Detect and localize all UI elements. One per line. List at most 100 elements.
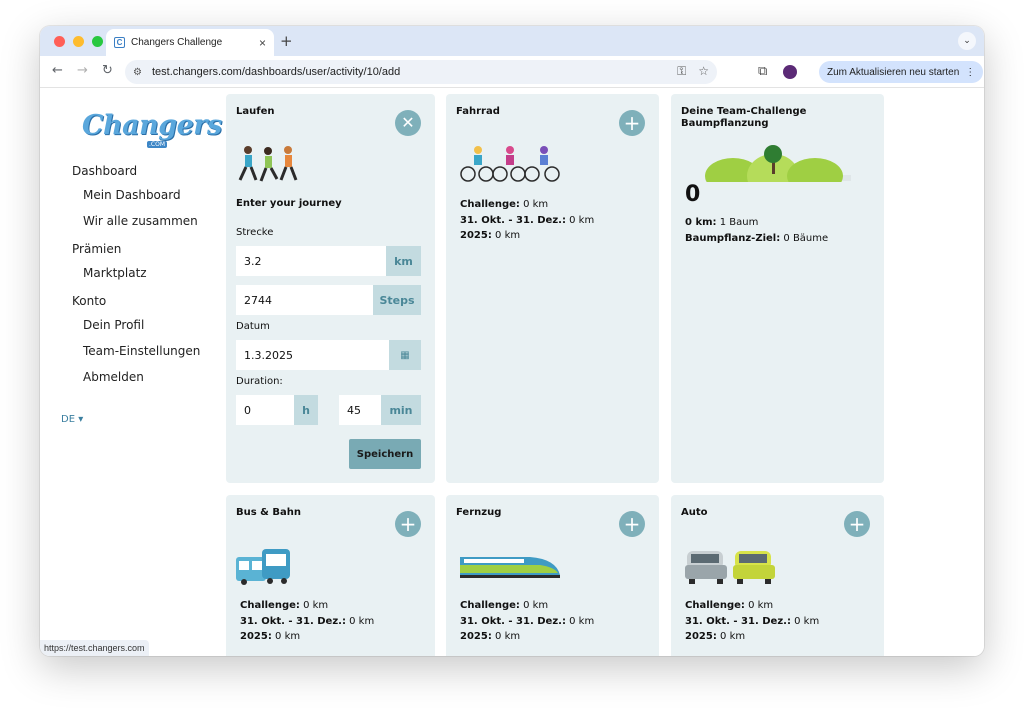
fernzug-title: Fernzug <box>456 507 502 518</box>
team-km-value: 1 Baum <box>719 217 759 228</box>
auto-challenge-value: 0 km <box>748 600 774 611</box>
back-arrow-icon[interactable]: ← <box>52 63 63 78</box>
fernzug-challenge-label: Challenge: <box>460 600 520 611</box>
fahrrad-title: Fahrrad <box>456 106 500 117</box>
tree-hills-illustration-icon <box>705 145 851 182</box>
fahrrad-year-value: 0 km <box>495 230 521 241</box>
auto-period-label: 31. Okt. - 31. Dez.: <box>685 615 791 627</box>
add-auto-button[interactable]: + <box>844 511 870 537</box>
close-window-button[interactable] <box>54 36 65 47</box>
bus-stats: Challenge: 0 km 31. Okt. - 31. Dez.: 0 k… <box>240 598 374 645</box>
browser-window: C Changers Challenge × + ⌄ ← → ↻ ⚙ test.… <box>40 26 984 656</box>
team-km-label: 0 km: <box>685 217 717 228</box>
distance-field: 3.2 km <box>236 246 421 276</box>
calendar-icon[interactable]: ▦ <box>389 340 421 370</box>
steps-input[interactable]: 2744 <box>236 285 373 315</box>
auto-period-value: 0 km <box>794 615 820 627</box>
nav-section-konto: Konto <box>72 294 107 308</box>
date-input[interactable]: 1.3.2025 <box>236 340 389 370</box>
fernzug-year-label: 2025: <box>460 631 492 642</box>
address-bar[interactable]: ⚙ test.changers.com/dashboards/user/acti… <box>125 60 717 84</box>
language-selector[interactable]: DE ▾ <box>61 414 83 425</box>
bus-bahn-title: Bus & Bahn <box>236 507 301 518</box>
laufen-title: Laufen <box>236 106 275 117</box>
more-menu-icon[interactable]: ⋮ <box>965 67 975 78</box>
update-restart-button[interactable]: Zum Aktualisieren neu starten ⋮ <box>819 61 984 83</box>
team-challenge-title: Deine Team-Challenge Baumpflanzung <box>681 106 806 130</box>
add-bus-bahn-button[interactable]: + <box>395 511 421 537</box>
train-illustration-icon <box>460 557 560 578</box>
tab-close-icon[interactable]: × <box>259 36 266 50</box>
maximize-window-button[interactable] <box>92 36 103 47</box>
bus-bahn-card: Bus & Bahn + Challenge: 0 km 31. Okt. - … <box>226 495 435 656</box>
tab-title: Changers Challenge <box>131 37 223 48</box>
distance-input[interactable]: 3.2 <box>236 246 386 276</box>
nav-item-marktplatz[interactable]: Marktplatz <box>83 266 147 280</box>
minutes-unit: min <box>381 395 421 425</box>
window-controls <box>54 36 103 47</box>
nav-item-wir-alle-zusammen[interactable]: Wir alle zusammen <box>83 214 198 228</box>
auto-title: Auto <box>681 507 708 518</box>
tab-changers-challenge[interactable]: C Changers Challenge × <box>106 29 274 56</box>
browser-toolbar: ← → ↻ ⚙ test.changers.com/dashboards/use… <box>40 56 984 88</box>
nav-item-team-einstellungen[interactable]: Team-Einstellungen <box>83 344 200 358</box>
fahrrad-period-label: 31. Okt. - 31. Dez.: <box>460 214 566 226</box>
auto-card: Auto + Challenge: 0 km 31. Okt. - 31. De… <box>671 495 884 656</box>
fahrrad-stats: Challenge: 0 km 31. Okt. - 31. Dez.: 0 k… <box>460 197 594 244</box>
fernzug-year-value: 0 km <box>495 631 521 642</box>
fernzug-period-value: 0 km <box>569 615 595 627</box>
fernzug-stats: Challenge: 0 km 31. Okt. - 31. Dez.: 0 k… <box>460 598 594 645</box>
date-field: 1.3.2025 ▦ <box>236 340 421 370</box>
runners-illustration-icon <box>238 146 298 182</box>
status-bar-url: https://test.changers.com <box>40 640 149 656</box>
tab-search-chevron-icon[interactable]: ⌄ <box>958 32 976 50</box>
hours-input[interactable]: 0 <box>236 395 294 425</box>
fernzug-period-label: 31. Okt. - 31. Dez.: <box>460 615 566 627</box>
auto-year-value: 0 km <box>720 631 746 642</box>
laufen-card: Laufen ✕ Enter your journey Strecke 3.2 … <box>226 94 435 483</box>
site-settings-icon[interactable]: ⚙ <box>133 67 142 78</box>
url-text: test.changers.com/dashboards/user/activi… <box>151 66 401 78</box>
password-key-icon[interactable]: ⚿ <box>677 64 686 79</box>
nav-item-abmelden[interactable]: Abmelden <box>83 370 144 384</box>
journey-heading: Enter your journey <box>236 198 342 209</box>
changers-logo[interactable]: Changers <box>82 110 222 141</box>
logo-com-badge: .COM <box>147 141 167 148</box>
bus-period-label: 31. Okt. - 31. Dez.: <box>240 615 346 627</box>
auto-stats: Challenge: 0 km 31. Okt. - 31. Dez.: 0 k… <box>685 598 819 645</box>
nav-item-mein-dashboard[interactable]: Mein Dashboard <box>83 188 181 202</box>
nav-item-dein-profil[interactable]: Dein Profil <box>83 318 144 332</box>
bus-tram-illustration-icon <box>236 549 290 585</box>
profile-avatar-icon[interactable] <box>783 64 798 79</box>
page-content: Changers .COM Dashboard Mein Dashboard W… <box>40 88 984 656</box>
minutes-input[interactable]: 45 <box>339 395 381 425</box>
distance-unit: km <box>386 246 421 276</box>
hours-unit: h <box>294 395 318 425</box>
hours-field: 0 h <box>236 395 318 425</box>
minimize-window-button[interactable] <box>73 36 84 47</box>
extensions-puzzle-icon[interactable]: ⧉ <box>758 64 767 79</box>
duration-label: Duration: <box>236 376 283 387</box>
new-tab-button[interactable]: + <box>280 32 293 50</box>
reload-icon[interactable]: ↻ <box>102 63 113 78</box>
team-title-line2: Baumpflanzung <box>681 118 769 129</box>
changers-favicon-icon: C <box>114 37 125 48</box>
tree-count: 0 <box>685 182 701 207</box>
add-fahrrad-button[interactable]: + <box>619 110 645 136</box>
team-stats: 0 km: 1 Baum Baumpflanz-Ziel: 0 Bäume <box>685 215 828 246</box>
bookmark-star-icon[interactable]: ☆ <box>698 64 709 79</box>
auto-year-label: 2025: <box>685 631 717 642</box>
close-form-icon[interactable]: ✕ <box>395 110 421 136</box>
tab-strip: C Changers Challenge × + ⌄ <box>40 26 984 56</box>
fernzug-challenge-value: 0 km <box>523 600 549 611</box>
cyclists-illustration-icon <box>460 146 560 182</box>
sidebar: Changers .COM Dashboard Mein Dashboard W… <box>40 88 226 656</box>
fahrrad-card: Fahrrad + Challenge: 0 km 31. Okt. - 31.… <box>446 94 659 483</box>
fahrrad-challenge-label: Challenge: <box>460 199 520 210</box>
forward-arrow-icon[interactable]: → <box>77 63 88 78</box>
save-button[interactable]: Speichern <box>349 439 421 469</box>
strecke-label: Strecke <box>236 227 274 238</box>
bus-period-value: 0 km <box>349 615 375 627</box>
team-goal-label: Baumpflanz-Ziel: <box>685 232 781 244</box>
add-fernzug-button[interactable]: + <box>619 511 645 537</box>
